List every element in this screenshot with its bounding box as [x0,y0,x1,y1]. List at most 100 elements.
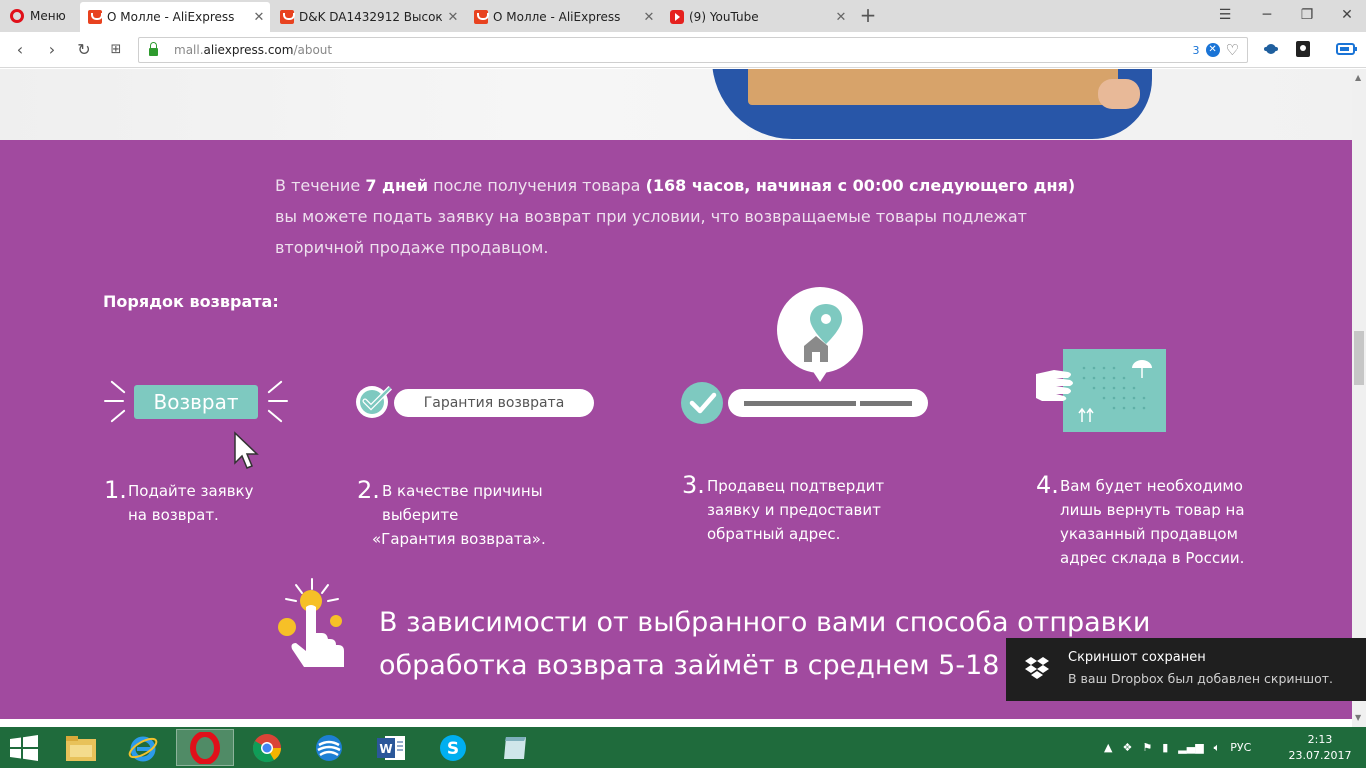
windows-taskbar: W S ▲ ❖ ⚑ ▮ ▂▄▆ 🔈︎ РУС 2:13 23.07.2017 [0,727,1366,768]
network-signal-icon[interactable]: ▂▄▆ [1178,741,1203,754]
taskbar-file-explorer[interactable] [52,729,110,766]
step-4-line-1: Вам будет необходимо [1060,477,1243,495]
new-tab-button[interactable]: + [858,4,878,26]
vertical-scrollbar[interactable]: ▲ ▼ [1352,69,1366,727]
highlight-ray [104,400,124,402]
checkmark-circle-icon [356,383,395,418]
tab-menu-icon[interactable]: ☰ [1210,4,1240,26]
show-hidden-icons[interactable]: ▲ [1104,741,1112,754]
tab-title: (9) YouTube [689,10,759,24]
internet-explorer-icon [128,736,158,761]
menu-label: Меню [30,9,66,23]
mouse-cursor-icon [234,431,259,469]
speed-dial-icon[interactable]: ⊞ [104,38,128,62]
aliexpress-icon [474,10,489,24]
courier-hand [1098,79,1140,109]
close-icon[interactable]: ✕ [830,10,852,25]
taskbar-internet-explorer[interactable] [114,729,172,766]
maximize-button[interactable]: ❐ [1292,4,1322,26]
minimize-button[interactable]: ─ [1252,4,1282,26]
step-3-line-2: заявку и предоставит [707,501,881,519]
swirl-app-icon [316,734,342,761]
close-icon[interactable]: ✕ [248,10,270,25]
adblock-count: 3 [1192,43,1200,57]
highlight-ray [110,380,126,394]
adblock-icon[interactable]: ✕ [1205,43,1220,57]
tab-dk-product[interactable]: D&K DA1432912 Высоко ✕ [272,2,464,32]
back-icon[interactable]: ‹ [8,38,32,62]
highlight-ray [267,409,283,423]
scroll-up-icon[interactable]: ▲ [1355,73,1361,82]
url-host: aliexpress.com [203,43,294,57]
bookmark-heart-icon[interactable]: ♡ [1226,41,1239,59]
notification-title: Скриншот сохранен [1068,650,1206,665]
url-path: /about [293,43,333,57]
tab-title: D&K DA1432912 Высоко [299,10,442,24]
intro-text-3: вы можете подать заявку на возврат при у… [275,207,1027,257]
opera-menu-button[interactable]: Меню [0,0,78,32]
taskbar-notes-app[interactable] [486,729,544,766]
step-4-line-4: адрес склада в России. [1060,549,1245,567]
hero-image [0,69,1352,140]
opera-logo-icon [10,9,24,23]
tab-aliexpress-about-2[interactable]: О Молле - AliExpress ✕ [466,2,660,32]
parcel-box [748,69,1118,105]
step-3-line-3: обратный адрес. [707,525,841,543]
step-3-line-1: Продавец подтвердит [707,477,885,495]
return-procedure-title: Порядок возврата: [103,292,279,311]
address-placeholder-line [744,401,856,406]
notification-body: В ваш Dropbox был добавлен скриншот. [1068,671,1334,686]
close-icon[interactable]: ✕ [638,10,660,25]
forward-icon[interactable]: › [40,38,64,62]
step-1-line-1: Подайте заявку [128,482,254,500]
dropbox-notification[interactable]: Скриншот сохранен В ваш Dropbox был доба… [1006,638,1366,701]
intro-bold-hours: (168 часов, начиная с 00:00 следующего д… [645,176,1076,195]
aliexpress-icon [280,10,295,24]
guarantee-pill-label: Гарантия возврата [423,395,565,411]
taskbar-chrome[interactable] [238,729,296,766]
windows-start-icon[interactable] [8,735,40,761]
aliexpress-icon [88,10,103,24]
tab-aliexpress-about[interactable]: О Молле - AliExpress ✕ [80,2,270,32]
close-icon[interactable]: ✕ [442,10,464,25]
youtube-icon [670,10,684,24]
reload-icon[interactable]: ↻ [72,38,96,62]
vpn-extension-icon[interactable] [1262,40,1280,58]
checkmark-circle-icon [681,382,723,424]
highlight-ray [267,380,283,394]
folder-icon [66,735,96,761]
tab-title: О Молле - AliExpress [107,10,235,24]
taskbar-ccleaner[interactable] [300,729,358,766]
scroll-down-icon[interactable]: ▼ [1355,713,1361,722]
navigation-bar: ‹ › ↻ ⊞ mall. aliexpress.com/about 3 ✕ ♡ [0,32,1366,68]
system-tray: ▲ ❖ ⚑ ▮ ▂▄▆ 🔈︎ РУС [1104,727,1251,768]
hand-with-box-icon [1036,349,1166,432]
taskbar-word[interactable]: W [362,729,420,766]
step-2-number: 2. [357,476,380,504]
page-bottom-strip [0,719,1352,727]
system-clock[interactable]: 2:13 23.07.2017 [1284,732,1356,764]
taskbar-opera[interactable] [176,729,234,766]
battery-saver-icon[interactable] [1336,40,1358,58]
url-subdomain: mall. [174,43,204,57]
location-extension-icon[interactable] [1294,40,1312,58]
opera-icon [190,731,220,764]
dropbox-icon [1025,657,1049,679]
lock-icon [149,42,158,56]
return-button-illustration: Возврат [134,385,258,419]
taskbar-skype[interactable]: S [424,729,482,766]
action-center-flag-icon[interactable]: ⚑ [1142,741,1152,754]
volume-icon[interactable]: 🔈︎ [1214,741,1221,755]
tap-hand-icon [278,578,344,667]
scroll-thumb[interactable] [1354,331,1364,385]
step-2-line-2: выберите [382,506,459,524]
highlight-ray [110,409,126,423]
skype-icon: S [440,734,466,761]
close-window-button[interactable]: ✕ [1332,4,1362,26]
address-bar[interactable]: mall. aliexpress.com/about 3 ✕ ♡ [138,37,1248,63]
svg-text:W: W [379,742,392,756]
tab-youtube[interactable]: (9) YouTube ✕ [662,2,852,32]
battery-icon[interactable]: ▮ [1162,741,1168,754]
dropbox-tray-icon[interactable]: ❖ [1122,741,1132,754]
input-language[interactable]: РУС [1230,741,1251,754]
